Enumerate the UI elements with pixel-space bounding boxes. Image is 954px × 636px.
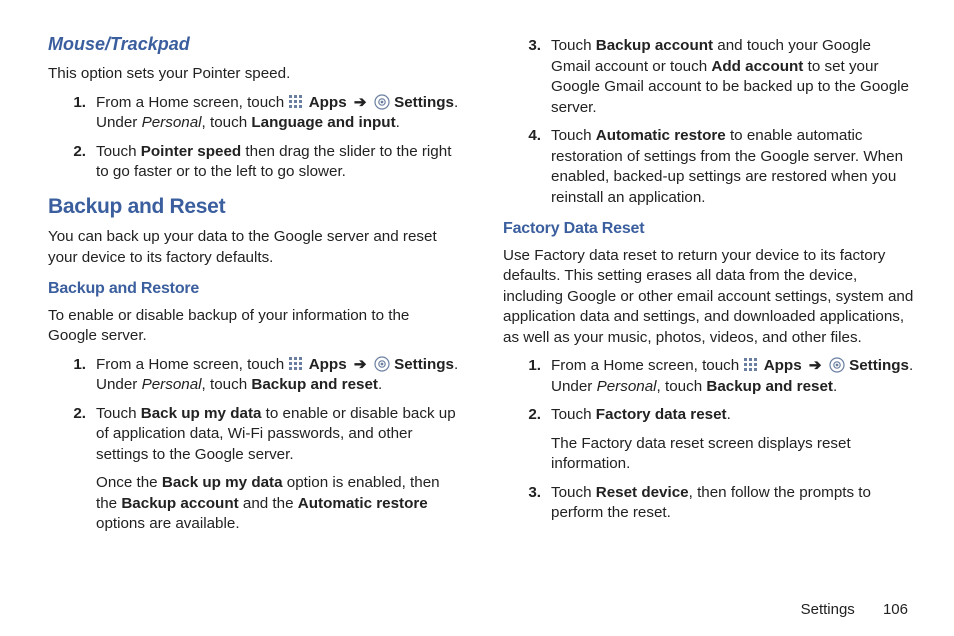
- step: 1. From a Home screen, touch Apps ➔ Sett…: [503, 356, 914, 397]
- apps-label: Apps: [309, 94, 347, 111]
- step: 3. Touch Reset device, then follow the p…: [503, 483, 914, 524]
- menu-item: Back up my data: [162, 474, 283, 491]
- menu-item: Pointer speed: [141, 143, 241, 160]
- text: Touch: [96, 143, 141, 160]
- menu-item: Back up my data: [141, 405, 262, 422]
- text: .: [396, 114, 400, 131]
- intro-backup-reset: You can back up your data to the Google …: [48, 227, 459, 268]
- column-left: Mouse/Trackpad This option sets your Poi…: [48, 32, 459, 582]
- menu-item: Automatic restore: [596, 127, 726, 144]
- step-number: 1.: [503, 356, 551, 397]
- arrow-icon: ➔: [354, 93, 367, 114]
- menu-item: Reset device: [596, 484, 689, 501]
- arrow-icon: ➔: [809, 356, 822, 377]
- step: 2. Touch Back up my data to enable or di…: [48, 404, 459, 535]
- step-body: Touch Backup account and touch your Goog…: [551, 36, 914, 118]
- step-number: 4.: [503, 126, 551, 208]
- menu-item: Factory data reset: [596, 406, 727, 423]
- text: Touch: [96, 405, 141, 422]
- step-number: 2.: [48, 142, 96, 183]
- menu-item: Automatic restore: [298, 495, 428, 512]
- text: Touch: [551, 37, 596, 54]
- settings-label: Settings: [394, 94, 454, 111]
- menu-item: Language and input: [251, 114, 395, 131]
- text: From a Home screen, touch: [96, 356, 288, 373]
- heading-mouse-trackpad: Mouse/Trackpad: [48, 32, 459, 56]
- step-body: From a Home screen, touch Apps ➔ Setting…: [96, 355, 459, 396]
- personal-category: Personal: [597, 378, 657, 395]
- settings-gear-icon: [829, 357, 845, 373]
- settings-gear-icon: [374, 94, 390, 110]
- step-body: Touch Back up my data to enable or disab…: [96, 404, 459, 535]
- intro-mouse-trackpad: This option sets your Pointer speed.: [48, 64, 459, 85]
- settings-label: Settings: [394, 356, 454, 373]
- page-footer: Settings 106: [0, 600, 954, 620]
- text: options are available.: [96, 515, 240, 532]
- text: and the: [239, 495, 298, 512]
- steps-mouse-trackpad: 1. From a Home screen, touch Apps ➔ Sett…: [48, 93, 459, 183]
- step-body: Touch Automatic restore to enable automa…: [551, 126, 914, 208]
- apps-label: Apps: [309, 356, 347, 373]
- text: From a Home screen, touch: [96, 94, 288, 111]
- step-continuation: The Factory data reset screen displays r…: [551, 434, 914, 475]
- text: Touch: [551, 484, 596, 501]
- text: , touch: [657, 378, 707, 395]
- step-number: 3.: [503, 36, 551, 118]
- text: .: [727, 406, 731, 423]
- text: .: [378, 376, 382, 393]
- steps-factory-data-reset: 1. From a Home screen, touch Apps ➔ Sett…: [503, 356, 914, 524]
- step-body: From a Home screen, touch Apps ➔ Setting…: [96, 93, 459, 134]
- step: 2. Touch Pointer speed then drag the sli…: [48, 142, 459, 183]
- step-body: From a Home screen, touch Apps ➔ Setting…: [551, 356, 914, 397]
- step: 1. From a Home screen, touch Apps ➔ Sett…: [48, 93, 459, 134]
- text: Touch: [551, 406, 596, 423]
- text: , touch: [202, 376, 252, 393]
- menu-item: Backup and reset: [251, 376, 378, 393]
- apps-grid-icon: [288, 356, 304, 372]
- steps-backup-restore-cont: 3. Touch Backup account and touch your G…: [503, 36, 914, 208]
- text: , touch: [202, 114, 252, 131]
- step: 1. From a Home screen, touch Apps ➔ Sett…: [48, 355, 459, 396]
- step-body: Touch Reset device, then follow the prom…: [551, 483, 914, 524]
- step: 2. Touch Factory data reset. The Factory…: [503, 405, 914, 475]
- step-number: 1.: [48, 93, 96, 134]
- heading-backup-reset: Backup and Reset: [48, 193, 459, 221]
- text: From a Home screen, touch: [551, 357, 743, 374]
- apps-grid-icon: [288, 94, 304, 110]
- step-body: Touch Factory data reset. The Factory da…: [551, 405, 914, 475]
- page-content: Mouse/Trackpad This option sets your Poi…: [0, 0, 954, 600]
- settings-gear-icon: [374, 356, 390, 372]
- text: Touch: [551, 127, 596, 144]
- menu-item: Add account: [711, 58, 803, 75]
- personal-category: Personal: [142, 114, 202, 131]
- text: Once the: [96, 474, 162, 491]
- column-right: 3. Touch Backup account and touch your G…: [503, 32, 914, 582]
- footer-page-number: 106: [883, 600, 908, 620]
- settings-label: Settings: [849, 357, 909, 374]
- menu-item: Backup and reset: [706, 378, 833, 395]
- heading-backup-restore: Backup and Restore: [48, 278, 459, 300]
- step-continuation: Once the Back up my data option is enabl…: [96, 473, 459, 535]
- step-number: 3.: [503, 483, 551, 524]
- step-number: 2.: [48, 404, 96, 535]
- menu-item: Backup account: [121, 495, 238, 512]
- personal-category: Personal: [142, 376, 202, 393]
- intro-factory-data-reset: Use Factory data reset to return your de…: [503, 246, 914, 349]
- apps-label: Apps: [764, 357, 802, 374]
- footer-section: Settings: [801, 601, 855, 618]
- arrow-icon: ➔: [354, 355, 367, 376]
- step-body: Touch Pointer speed then drag the slider…: [96, 142, 459, 183]
- menu-item: Backup account: [596, 37, 713, 54]
- text: .: [833, 378, 837, 395]
- heading-factory-data-reset: Factory Data Reset: [503, 218, 914, 240]
- step-number: 2.: [503, 405, 551, 475]
- step-number: 1.: [48, 355, 96, 396]
- intro-backup-restore: To enable or disable backup of your info…: [48, 306, 459, 347]
- apps-grid-icon: [743, 357, 759, 373]
- step: 4. Touch Automatic restore to enable aut…: [503, 126, 914, 208]
- steps-backup-restore: 1. From a Home screen, touch Apps ➔ Sett…: [48, 355, 459, 535]
- step: 3. Touch Backup account and touch your G…: [503, 36, 914, 118]
